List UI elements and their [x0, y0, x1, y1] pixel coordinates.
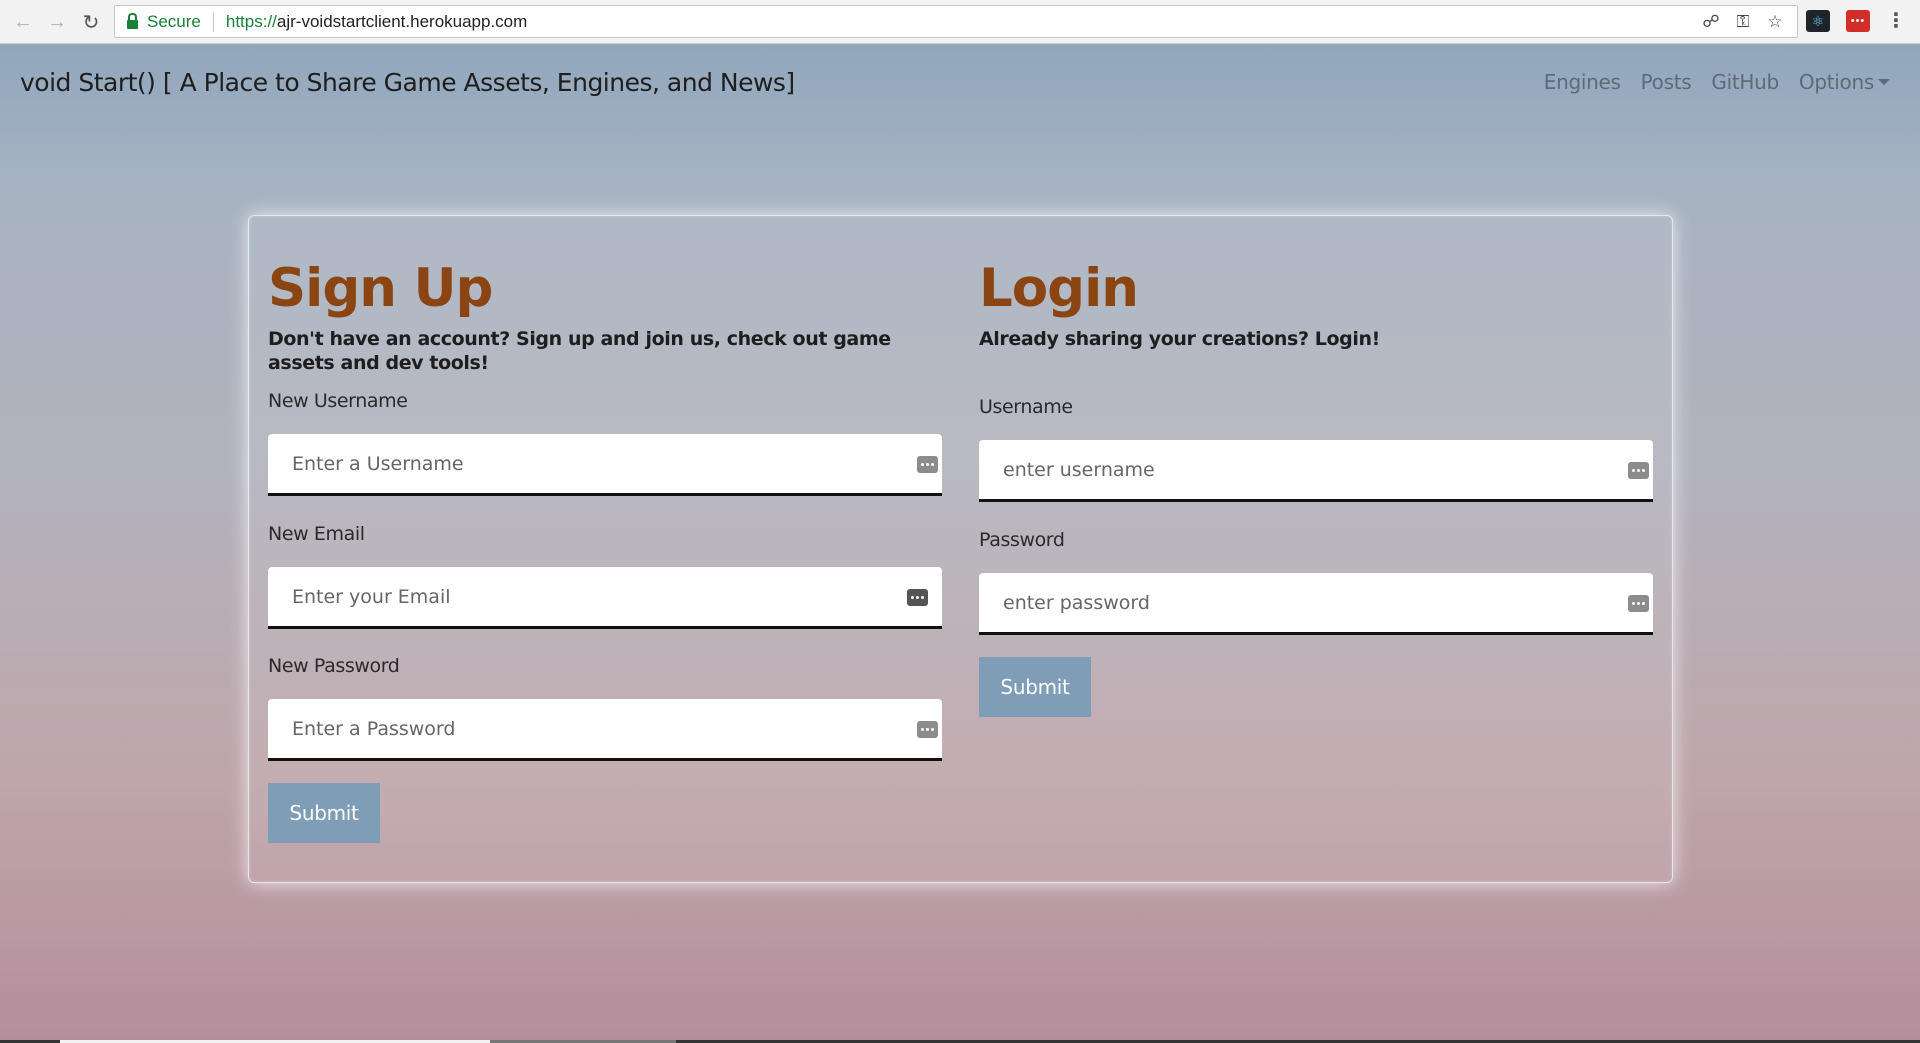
- new-username-field: [268, 434, 942, 496]
- nav-link-github[interactable]: GitHub: [1711, 70, 1779, 94]
- back-arrow-icon[interactable]: ←: [10, 9, 36, 35]
- lastpass-field-icon[interactable]: [1628, 595, 1649, 612]
- login-subtitle: Already sharing your creations? Login!: [979, 328, 1380, 350]
- url-scheme: https://: [225, 11, 277, 31]
- forward-arrow-icon[interactable]: →: [44, 9, 70, 35]
- password-field: [979, 573, 1653, 635]
- browser-toolbar: ← → ↻ Secure https:// ajr-voidstartclien…: [0, 0, 1920, 44]
- signup-submit-button[interactable]: Submit: [268, 783, 380, 843]
- nav-link-engines[interactable]: Engines: [1544, 70, 1621, 94]
- secure-label: Secure: [147, 11, 201, 31]
- address-separator: [212, 11, 214, 32]
- lastpass-field-icon[interactable]: [917, 456, 938, 473]
- nav-links: Engines Posts GitHub Options: [1544, 70, 1890, 94]
- new-password-label: New Password: [268, 655, 400, 677]
- login-form: Login Already sharing your creations? Lo…: [979, 216, 1653, 882]
- username-field: [979, 440, 1653, 502]
- new-username-label: New Username: [268, 390, 408, 412]
- nav-link-posts[interactable]: Posts: [1641, 70, 1692, 94]
- address-bar[interactable]: Secure https:// ajr-voidstartclient.hero…: [114, 5, 1798, 38]
- translate-icon[interactable]: ☍: [1701, 12, 1721, 32]
- signup-title: Sign Up: [268, 258, 493, 319]
- brand-title[interactable]: void Start() [ A Place to Share Game Ass…: [20, 68, 795, 97]
- reload-icon[interactable]: ↻: [78, 9, 104, 35]
- signup-form: Sign Up Don't have an account? Sign up a…: [268, 216, 942, 882]
- username-input[interactable]: [979, 440, 1653, 499]
- lastpass-field-icon[interactable]: [907, 589, 928, 606]
- password-label: Password: [979, 529, 1065, 551]
- lock-icon: [127, 12, 138, 29]
- auth-card: Sign Up Don't have an account? Sign up a…: [248, 215, 1673, 883]
- lastpass-field-icon[interactable]: [1628, 462, 1649, 479]
- login-title: Login: [979, 258, 1139, 319]
- star-icon[interactable]: ☆: [1765, 12, 1785, 32]
- lastpass-field-icon[interactable]: [917, 721, 938, 738]
- signup-subtitle: Don't have an account? Sign up and join …: [268, 328, 891, 374]
- new-password-field: [268, 699, 942, 761]
- new-password-input[interactable]: [268, 699, 942, 758]
- login-submit-button[interactable]: Submit: [979, 657, 1091, 717]
- username-label: Username: [979, 396, 1073, 418]
- more-vert-icon[interactable]: ⋮: [1886, 9, 1906, 35]
- nav-dropdown-options[interactable]: Options: [1799, 70, 1890, 94]
- key-icon[interactable]: ⚿: [1733, 12, 1753, 32]
- new-email-field: [268, 567, 942, 629]
- nav-dropdown-options-label: Options: [1798, 70, 1874, 94]
- new-email-label: New Email: [268, 523, 365, 545]
- password-input[interactable]: [979, 573, 1653, 632]
- url-host: ajr-voidstartclient.herokuapp.com: [276, 11, 528, 31]
- new-email-input[interactable]: [268, 567, 942, 626]
- caret-down-icon: [1878, 79, 1890, 85]
- site-navbar: void Start() [ A Place to Share Game Ass…: [0, 44, 1920, 120]
- new-username-input[interactable]: [268, 434, 942, 493]
- lastpass-icon[interactable]: •••: [1846, 10, 1870, 32]
- react-devtools-icon[interactable]: ⚛: [1806, 10, 1830, 32]
